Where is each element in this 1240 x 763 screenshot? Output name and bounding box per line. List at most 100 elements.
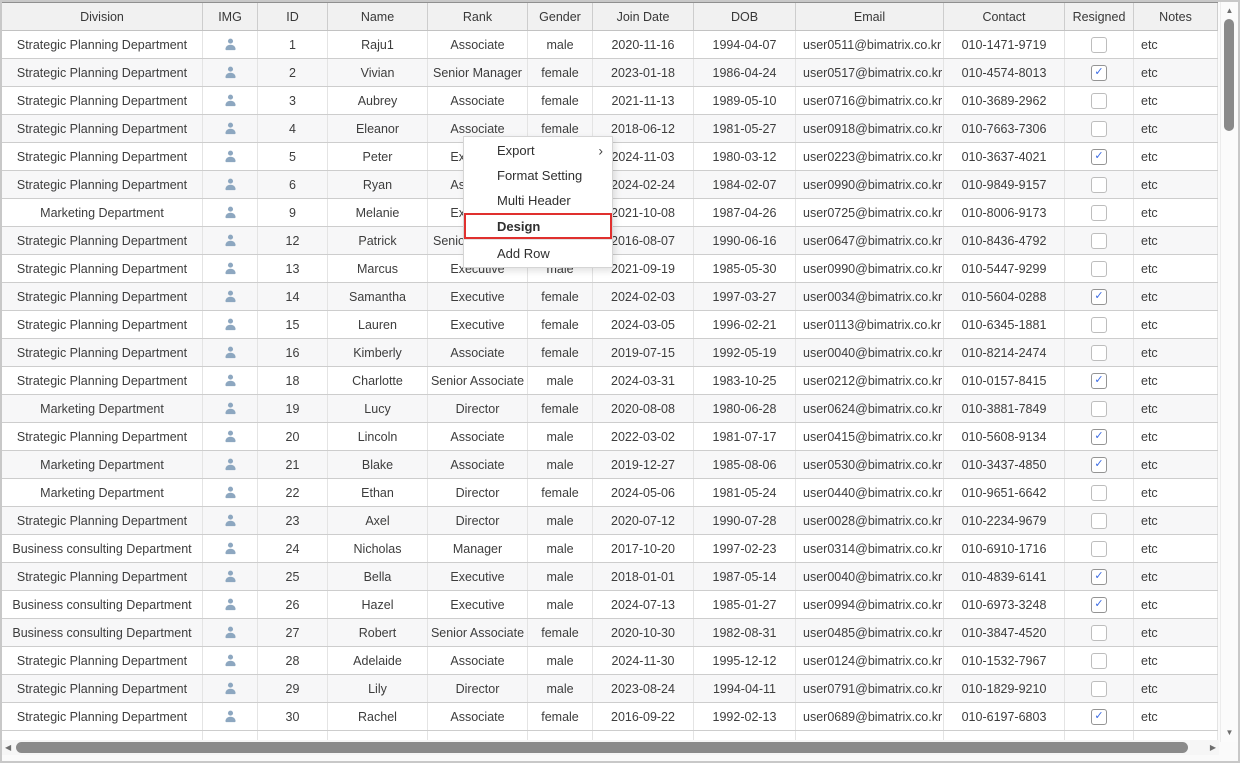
cell-img[interactable] [203, 647, 258, 674]
cell-dob[interactable]: 1992-05-19 [694, 339, 796, 366]
resigned-checkbox[interactable]: ✓ [1091, 65, 1107, 81]
menu-item-add-row[interactable]: Add Row [464, 239, 612, 266]
cell-rank[interactable]: Manager [428, 535, 528, 562]
vertical-scrollbar[interactable]: ▲ ▼ [1220, 2, 1238, 742]
cell-email[interactable]: user0040@bimatrix.co.kr [796, 563, 944, 590]
cell-dob[interactable]: 1987-04-26 [694, 199, 796, 226]
cell-division[interactable]: Marketing Department [2, 479, 203, 506]
cell-division[interactable]: Business consulting Department [2, 619, 203, 646]
cell-img[interactable] [203, 367, 258, 394]
cell-dob[interactable]: 1994-04-11 [694, 675, 796, 702]
cell-resigned[interactable]: ✓ [1065, 59, 1134, 86]
cell-contact[interactable]: 010-9849-9157 [944, 171, 1065, 198]
cell-email[interactable]: user0689@bimatrix.co.kr [796, 703, 944, 730]
column-header-img[interactable]: IMG [203, 3, 258, 30]
cell-name[interactable]: Lily [328, 675, 428, 702]
cell-img[interactable] [203, 143, 258, 170]
cell-join-date[interactable]: 2020-11-16 [593, 31, 694, 58]
cell-img[interactable] [203, 619, 258, 646]
cell-resigned[interactable] [1065, 535, 1134, 562]
cell-img[interactable] [203, 507, 258, 534]
cell-gender[interactable]: female [528, 339, 593, 366]
resigned-checkbox[interactable]: ✓ [1091, 373, 1107, 389]
cell-dob[interactable]: 1987-05-14 [694, 563, 796, 590]
cell-name[interactable]: Patrick [328, 227, 428, 254]
cell-gender[interactable]: female [528, 311, 593, 338]
cell-gender[interactable]: male [528, 563, 593, 590]
cell-contact[interactable]: 010-0157-8415 [944, 367, 1065, 394]
cell-notes[interactable]: etc [1134, 703, 1218, 730]
cell-name[interactable]: Nicholas [328, 535, 428, 562]
cell-gender[interactable]: male [528, 367, 593, 394]
cell-gender[interactable]: female [528, 395, 593, 422]
cell-img[interactable] [203, 171, 258, 198]
cell-notes[interactable]: etc [1134, 255, 1218, 282]
cell-gender[interactable]: male [528, 31, 593, 58]
cell-division[interactable]: Strategic Planning Department [2, 87, 203, 114]
cell-resigned[interactable]: ✓ [1065, 143, 1134, 170]
cell-division[interactable]: Strategic Planning Department [2, 227, 203, 254]
cell-name[interactable]: Lucy [328, 395, 428, 422]
resigned-checkbox[interactable]: ✓ [1091, 149, 1107, 165]
cell-gender[interactable]: female [528, 87, 593, 114]
cell-gender[interactable]: female [528, 619, 593, 646]
scroll-down-icon[interactable]: ▼ [1221, 726, 1238, 740]
cell-division[interactable]: Strategic Planning Department [2, 255, 203, 282]
cell-division[interactable]: Business consulting Department [2, 591, 203, 618]
cell-notes[interactable]: etc [1134, 535, 1218, 562]
cell-gender[interactable]: male [528, 675, 593, 702]
cell-notes[interactable]: etc [1134, 619, 1218, 646]
cell-name[interactable]: Ryan [328, 171, 428, 198]
cell-resigned[interactable] [1065, 675, 1134, 702]
cell-resigned[interactable] [1065, 171, 1134, 198]
horizontal-scrollbar[interactable]: ◀ ▶ [2, 740, 1219, 755]
cell-contact[interactable]: 010-3689-2962 [944, 87, 1065, 114]
cell-resigned[interactable]: ✓ [1065, 703, 1134, 730]
cell-email[interactable]: user0440@bimatrix.co.kr [796, 479, 944, 506]
cell-id[interactable]: 23 [258, 507, 328, 534]
cell-resigned[interactable] [1065, 395, 1134, 422]
resigned-checkbox[interactable]: ✓ [1091, 709, 1107, 725]
horizontal-scrollbar-thumb[interactable] [16, 742, 1188, 753]
cell-id[interactable]: 13 [258, 255, 328, 282]
cell-rank[interactable]: Associate [428, 647, 528, 674]
cell-notes[interactable]: etc [1134, 675, 1218, 702]
cell-name[interactable]: Ethan [328, 479, 428, 506]
cell-id[interactable]: 24 [258, 535, 328, 562]
cell-name[interactable]: Lauren [328, 311, 428, 338]
cell-division[interactable]: Strategic Planning Department [2, 143, 203, 170]
cell-gender[interactable]: female [528, 703, 593, 730]
cell-gender[interactable]: male [528, 507, 593, 534]
cell-name[interactable]: Marcus [328, 255, 428, 282]
cell-contact[interactable]: 010-6345-1881 [944, 311, 1065, 338]
cell-id[interactable]: 18 [258, 367, 328, 394]
cell-join-date[interactable]: 2019-12-27 [593, 451, 694, 478]
cell-email[interactable]: user0530@bimatrix.co.kr [796, 451, 944, 478]
cell-gender[interactable]: female [528, 479, 593, 506]
cell-notes[interactable]: etc [1134, 143, 1218, 170]
column-header-notes[interactable]: Notes [1134, 3, 1218, 30]
cell-gender[interactable]: male [528, 535, 593, 562]
cell-join-date[interactable]: 2020-08-08 [593, 395, 694, 422]
cell-email[interactable]: user0918@bimatrix.co.kr [796, 115, 944, 142]
cell-id[interactable]: 16 [258, 339, 328, 366]
cell-division[interactable]: Business consulting Department [2, 535, 203, 562]
cell-division[interactable]: Marketing Department [2, 451, 203, 478]
cell-id[interactable]: 26 [258, 591, 328, 618]
resigned-checkbox[interactable]: ✓ [1091, 457, 1107, 473]
cell-id[interactable]: 2 [258, 59, 328, 86]
cell-contact[interactable]: 010-6973-3248 [944, 591, 1065, 618]
cell-resigned[interactable]: ✓ [1065, 591, 1134, 618]
cell-notes[interactable]: etc [1134, 283, 1218, 310]
cell-rank[interactable]: Associate [428, 31, 528, 58]
cell-email[interactable]: user0223@bimatrix.co.kr [796, 143, 944, 170]
cell-division[interactable]: Strategic Planning Department [2, 339, 203, 366]
cell-join-date[interactable]: 2017-10-20 [593, 535, 694, 562]
cell-name[interactable]: Kimberly [328, 339, 428, 366]
cell-contact[interactable]: 010-9651-6642 [944, 479, 1065, 506]
cell-notes[interactable]: etc [1134, 479, 1218, 506]
cell-rank[interactable]: Executive [428, 591, 528, 618]
cell-id[interactable]: 9 [258, 199, 328, 226]
resigned-checkbox[interactable] [1091, 541, 1107, 557]
cell-notes[interactable]: etc [1134, 339, 1218, 366]
